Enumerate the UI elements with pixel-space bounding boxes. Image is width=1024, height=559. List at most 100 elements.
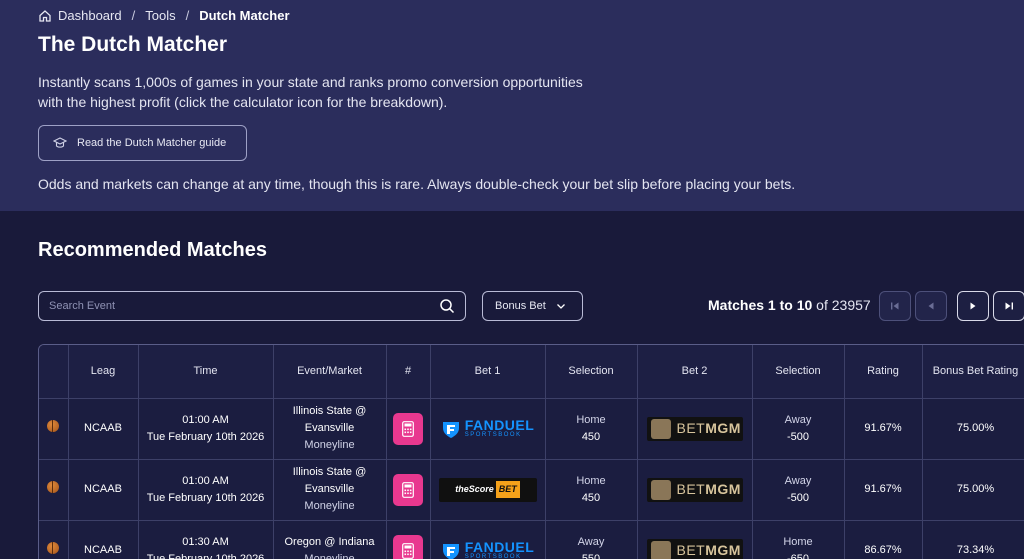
fanduel-logo[interactable]: FANDUEL SPORTSBOOK <box>440 539 536 559</box>
bonus-rating-cell: 75.00% <box>922 459 1024 521</box>
market-name: Moneyline <box>304 500 355 512</box>
selection-side: Away <box>784 413 812 426</box>
selection-odds: 550 <box>581 552 601 559</box>
league-cell: NCAAB <box>68 459 139 521</box>
previous-page-button[interactable] <box>915 291 947 321</box>
table-row[interactable]: NCAAB 01:00 AM Tue February 10th 2026 Ill… <box>39 398 1024 460</box>
guide-button[interactable]: Read the Dutch Matcher guide <box>38 125 247 161</box>
date-value: Tue February 10th 2026 <box>146 552 265 559</box>
time-cell: 01:00 AM Tue February 10th 2026 <box>138 459 274 521</box>
section-title: Recommended Matches <box>38 239 267 261</box>
betmgm-wordmark-a: BET <box>676 542 706 558</box>
fanduel-subtext: SPORTSBOOK <box>464 554 522 559</box>
league-cell: NCAAB <box>68 520 139 559</box>
column-header-time[interactable]: Time <box>138 345 274 399</box>
time-value: 01:30 AM <box>182 535 229 548</box>
rating-cell: 86.67% <box>844 520 923 559</box>
betmgm-wordmark-a: BET <box>676 420 706 436</box>
betmgm-wordmark-b: MGM <box>705 420 741 436</box>
date-value: Tue February 10th 2026 <box>146 491 265 504</box>
column-header-sport <box>39 345 69 399</box>
selection2-cell: Away -500 <box>752 398 845 460</box>
column-header-league[interactable]: Leag <box>68 345 139 399</box>
bet2-cell[interactable]: BETMGM <box>637 520 753 559</box>
column-header-calc: # <box>386 345 431 399</box>
lion-icon <box>650 479 671 500</box>
selection1-cell: Away 550 <box>545 520 638 559</box>
column-header-bet2[interactable]: Bet 2 <box>637 345 753 399</box>
fanduel-shield-icon <box>442 421 459 438</box>
guide-button-label: Read the Dutch Matcher guide <box>77 137 227 149</box>
selection2-cell: Home -650 <box>752 520 845 559</box>
column-header-selection2[interactable]: Selection <box>752 345 845 399</box>
page-title: The Dutch Matcher <box>38 33 228 56</box>
home-icon[interactable] <box>38 9 52 23</box>
event-name: Oregon @ Indiana <box>284 535 375 548</box>
bonus-rating-cell: 73.34% <box>922 520 1024 559</box>
pagination-range: 1 to 10 <box>767 297 813 313</box>
previous-page-icon <box>928 302 934 310</box>
calculator-button[interactable] <box>393 473 423 506</box>
betmgm-logo[interactable]: BETMGM <box>646 477 743 502</box>
lion-icon <box>650 540 671 559</box>
betmgm-wordmark-b: MGM <box>705 542 741 558</box>
calculator-cell <box>386 459 431 521</box>
bet2-cell[interactable]: BETMGM <box>637 398 753 460</box>
column-header-rating[interactable]: Rating <box>844 345 923 399</box>
calculator-icon <box>402 481 414 498</box>
fanduel-wordmark: FANDUEL <box>464 417 535 433</box>
last-page-button[interactable] <box>993 291 1024 321</box>
table-row[interactable]: NCAAB 01:00 AM Tue February 10th 2026 Ill… <box>39 459 1024 521</box>
calculator-cell <box>386 398 431 460</box>
selection-odds: 450 <box>581 430 601 443</box>
breadcrumb-tools[interactable]: Tools <box>145 8 175 23</box>
bet1-cell[interactable]: FANDUEL SPORTSBOOK <box>430 398 546 460</box>
column-header-bonus-rating[interactable]: Bonus Bet Rating <box>922 345 1024 399</box>
breadcrumb: Dashboard / Tools / Dutch Matcher <box>38 8 290 23</box>
selection-side: Away <box>577 535 605 548</box>
calculator-button[interactable] <box>393 412 423 445</box>
thescore-bet-logo[interactable]: theScore BET <box>438 477 537 502</box>
betmgm-logo[interactable]: BETMGM <box>646 416 743 441</box>
date-value: Tue February 10th 2026 <box>146 430 265 443</box>
search-input[interactable]: Search Event <box>38 291 466 321</box>
market-name: Moneyline <box>304 552 355 559</box>
column-header-event[interactable]: Event/Market <box>273 345 387 399</box>
hero-panel: Dashboard / Tools / Dutch Matcher The Du… <box>0 0 1024 211</box>
search-placeholder: Search Event <box>49 300 116 312</box>
last-page-icon <box>1005 302 1013 310</box>
bet1-cell[interactable]: FANDUEL SPORTSBOOK <box>430 520 546 559</box>
column-header-selection1[interactable]: Selection <box>545 345 638 399</box>
fanduel-logo[interactable]: FANDUEL SPORTSBOOK <box>440 417 536 441</box>
bet2-cell[interactable]: BETMGM <box>637 459 753 521</box>
table-row[interactable]: NCAAB 01:30 AM Tue February 10th 2026 Ore… <box>39 520 1024 559</box>
bet-type-select[interactable]: Bonus Bet <box>482 291 583 321</box>
betmgm-logo[interactable]: BETMGM <box>646 538 743 559</box>
selection1-cell: Home 450 <box>545 398 638 460</box>
first-page-icon <box>891 302 899 310</box>
first-page-button[interactable] <box>879 291 911 321</box>
time-cell: 01:00 AM Tue February 10th 2026 <box>138 398 274 460</box>
time-value: 01:00 AM <box>182 413 229 426</box>
event-name: Illinois State @ Evansville <box>292 405 367 434</box>
bonus-rating-cell: 75.00% <box>922 398 1024 460</box>
next-page-button[interactable] <box>957 291 989 321</box>
selection2-cell: Away -500 <box>752 459 845 521</box>
selection-odds: -650 <box>786 552 810 559</box>
bet1-cell[interactable]: theScore BET <box>430 459 546 521</box>
fanduel-wordmark: FANDUEL <box>464 539 535 555</box>
market-name: Moneyline <box>304 439 355 451</box>
calculator-button[interactable] <box>393 534 423 559</box>
search-icon[interactable] <box>439 298 455 314</box>
selection-side: Home <box>783 535 813 548</box>
lion-icon <box>650 418 671 439</box>
league-cell: NCAAB <box>68 398 139 460</box>
time-value: 01:00 AM <box>182 474 229 487</box>
column-header-bet1[interactable]: Bet 1 <box>430 345 546 399</box>
calculator-icon <box>402 542 414 559</box>
event-cell: Oregon @ Indiana Moneyline <box>273 520 387 559</box>
fanduel-subtext: SPORTSBOOK <box>464 432 522 438</box>
time-cell: 01:30 AM Tue February 10th 2026 <box>138 520 274 559</box>
event-cell: Illinois State @ Evansville Moneyline <box>273 398 387 460</box>
breadcrumb-dashboard[interactable]: Dashboard <box>58 8 122 23</box>
